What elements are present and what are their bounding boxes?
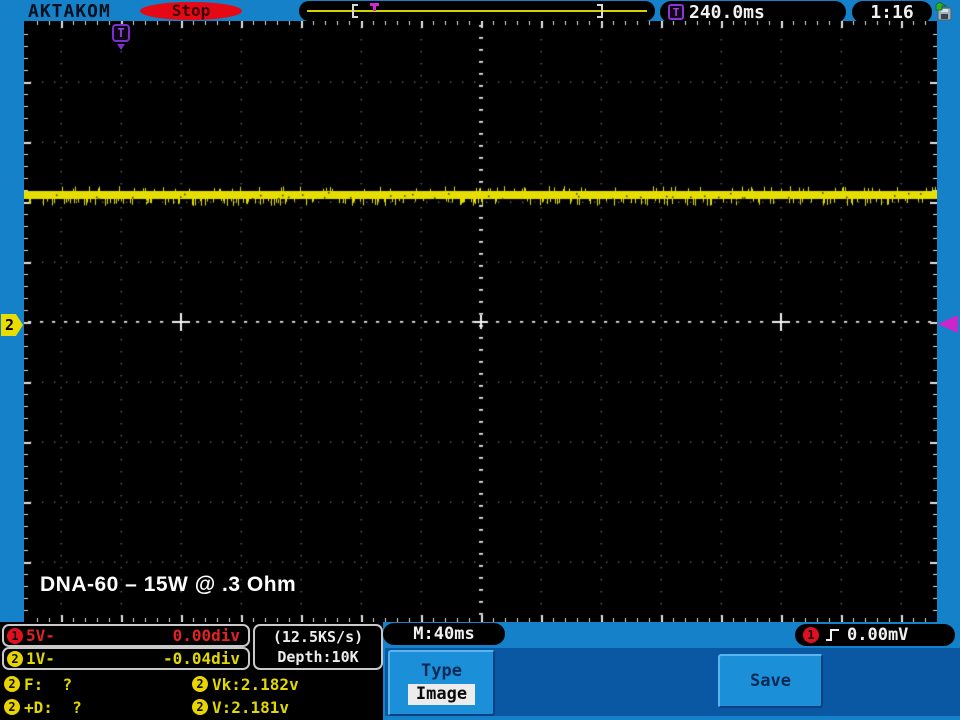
graticule-canvas: [24, 21, 937, 622]
trigger-t-icon: T: [668, 4, 684, 20]
record-span-line: [307, 10, 647, 12]
measurement-row: 2 F: ? 2 Vk:2.182v: [4, 673, 380, 695]
measurement-frequency: 2 F: ?: [4, 675, 72, 694]
sample-rate: (12.5KS/s): [273, 627, 363, 647]
meas-value: V:2.181v: [212, 698, 289, 717]
measurement-duty: 2 +D: ?: [4, 698, 82, 717]
ch1-status-box: 1 5V- 0.00div: [2, 624, 250, 647]
trigger-source-badge: 1: [803, 627, 819, 643]
memory-depth: Depth:10K: [277, 647, 358, 667]
window-right-bracket-icon: [597, 4, 603, 18]
timebase-value: M:40ms: [413, 624, 474, 644]
ch1-badge: 1: [7, 628, 23, 644]
meas-value: Vk:2.182v: [212, 675, 299, 694]
rising-edge-icon: [825, 627, 841, 643]
trigger-time-value: 240.0ms: [689, 2, 765, 23]
measurement-v: 2 V:2.181v: [192, 698, 289, 717]
oscilloscope-screen: { "header": { "brand": "AKTAKOM", "run_s…: [0, 0, 960, 720]
save-button[interactable]: Save: [718, 654, 823, 708]
trigger-position-icon-stem: [373, 6, 376, 11]
usb-storage-icon: [933, 2, 955, 21]
measurement-vk: 2 Vk:2.182v: [192, 675, 299, 694]
type-button-label: Type: [421, 661, 462, 681]
window-left-bracket-icon: [352, 4, 358, 18]
run-state-label: Stop: [172, 3, 211, 19]
trigger-level-arrow-icon[interactable]: [938, 315, 958, 333]
waveform-display: T DNA-60 – 15W @ .3 Ohm: [24, 21, 937, 622]
horizontal-position-bar[interactable]: [299, 1, 655, 21]
meas-value: +D: ?: [24, 698, 82, 717]
meas-value: F: ?: [24, 675, 72, 694]
ch2-scale: 1V-: [26, 649, 55, 668]
meas-ch-badge: 2: [4, 676, 20, 692]
ch2-ground-marker[interactable]: 2: [1, 314, 23, 336]
ch2-badge: 2: [7, 651, 23, 667]
softkey-menu: Type Image Save: [385, 648, 960, 716]
clock-value: 1:16: [870, 2, 913, 23]
trigger-position-marker-icon: T: [112, 24, 130, 42]
ch1-scale: 5V-: [26, 626, 55, 645]
measurement-row: 2 +D: ? 2 V:2.181v: [4, 696, 380, 718]
ch2-status-box: 2 1V- -0.04div: [2, 647, 250, 670]
trigger-level-readout: 1 0.00mV: [795, 624, 955, 646]
meas-ch-badge: 2: [192, 699, 208, 715]
brand-logo: AKTAKOM: [28, 1, 111, 22]
screen-annotation: DNA-60 – 15W @ .3 Ohm: [40, 573, 296, 597]
clock-readout: 1:16: [852, 1, 932, 23]
status-panel: 1 5V- 0.00div 2 1V- -0.04div 2 F: ? 2 Vk…: [0, 622, 383, 720]
type-selected-value[interactable]: Image: [408, 684, 475, 706]
trigger-time-readout: T 240.0ms: [660, 1, 846, 23]
timebase-readout: M:40ms: [383, 623, 505, 645]
trigger-level-value: 0.00mV: [847, 625, 908, 645]
ch1-position: 0.00div: [173, 626, 240, 645]
meas-ch-badge: 2: [4, 699, 20, 715]
type-button[interactable]: Type Image: [388, 650, 495, 716]
save-button-label: Save: [750, 671, 791, 691]
meas-ch-badge: 2: [192, 676, 208, 692]
run-state-indicator: Stop: [140, 2, 242, 20]
trigger-position-marker-arrow-icon: [117, 44, 125, 50]
acquisition-info-box: (12.5KS/s) Depth:10K: [253, 624, 383, 670]
ch2-position: -0.04div: [163, 649, 240, 668]
